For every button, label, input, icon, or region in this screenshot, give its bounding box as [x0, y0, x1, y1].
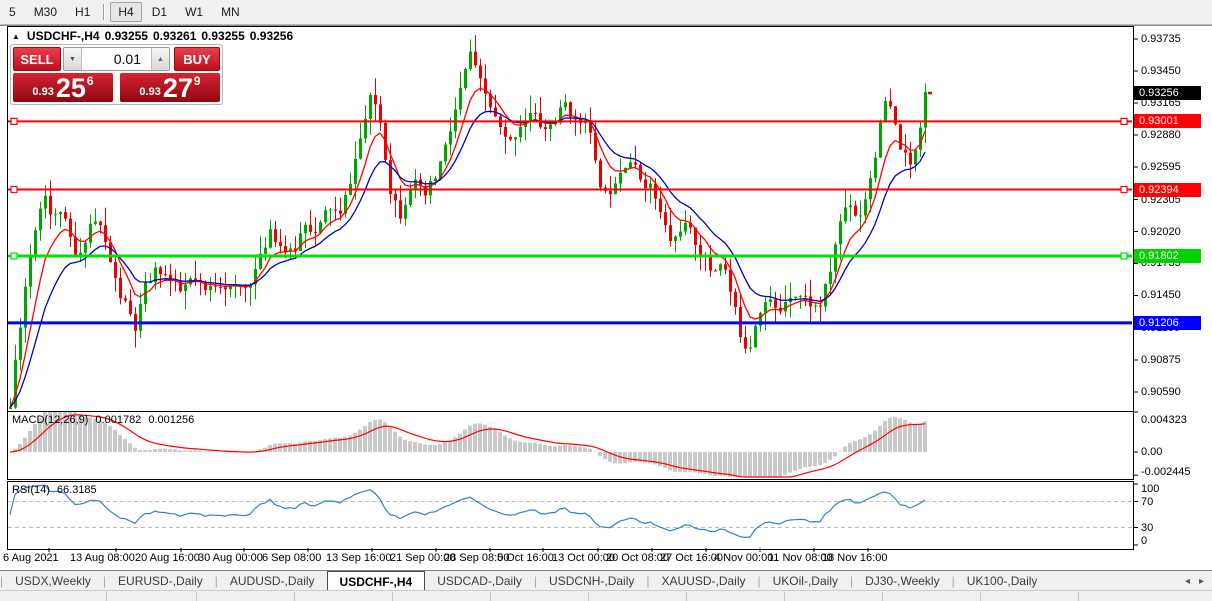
macd-axis-label: 0.004323 — [1141, 415, 1211, 426]
macd-value-signal: 0.001256 — [148, 414, 194, 426]
timeframe-button-h4[interactable]: H4 — [110, 2, 141, 22]
tab-scroll-arrows: ◂▸ — [1185, 571, 1212, 591]
date-axis-label: 13 Sep 16:00 — [326, 552, 391, 564]
price-badge: 0.91206 — [1134, 316, 1201, 330]
date-axis-label: 6 Aug 2021 — [3, 552, 59, 564]
volume-increase-button[interactable]: ▲ — [151, 48, 169, 70]
price-axis-tick-label: 0.92880 — [1141, 130, 1211, 141]
symbol-tab-eurusddaily[interactable]: EURUSD-,Daily — [106, 571, 215, 591]
rsi-name: RSI(14) — [12, 484, 50, 496]
date-axis-label: 5 Oct 16:00 — [497, 552, 554, 564]
status-bar — [0, 590, 1212, 601]
date-axis-label: 6 Sep 08:00 — [262, 552, 321, 564]
price-axis-tick-label: 0.92020 — [1141, 227, 1211, 238]
ohlc-open: 0.93255 — [105, 29, 148, 43]
rsi-axis-label: 70 — [1141, 497, 1211, 508]
symbol-tab-usdxweekly[interactable]: USDX,Weekly — [3, 571, 103, 591]
date-axis-label: 18 Nov 16:00 — [822, 552, 887, 564]
symbol-tab-usdcnhdaily[interactable]: USDCNH-,Daily — [537, 571, 646, 591]
timeframe-button-5[interactable]: 5 — [1, 2, 24, 22]
rsi-axis-label: 30 — [1141, 523, 1211, 534]
price-badge: 0.91802 — [1134, 249, 1201, 263]
symbol-tab-uk100daily[interactable]: UK100-,Daily — [955, 571, 1050, 591]
chart-symbol-label: USDCHF-,H4 — [27, 29, 100, 43]
symbol-tab-xauusddaily[interactable]: XAUUSD-,Daily — [650, 571, 758, 591]
macd-axis-label: 0.00 — [1141, 447, 1211, 458]
symbol-tab-usdchfh4[interactable]: USDCHF-,H4 — [327, 571, 426, 591]
price-axis-tick-label: 0.93735 — [1141, 34, 1211, 45]
date-axis-label: 20 Aug 16:00 — [135, 552, 200, 564]
ohlc-high: 0.93261 — [153, 29, 196, 43]
buy-price-button[interactable]: 0.93 27 9 — [120, 73, 220, 102]
price-axis-tick-label: 0.90875 — [1141, 355, 1211, 366]
timeframe-button-w1[interactable]: W1 — [177, 2, 211, 22]
chart-title: ▲ USDCHF-,H4 0.93255 0.93261 0.93255 0.9… — [12, 29, 293, 43]
symbol-tab-audusddaily[interactable]: AUDUSD-,Daily — [218, 571, 327, 591]
timeframe-button-mn[interactable]: MN — [213, 2, 248, 22]
buy-price-prefix: 0.93 — [139, 86, 160, 98]
sell-price-button[interactable]: 0.93 25 6 — [13, 73, 113, 102]
volume-decrease-button[interactable]: ▼ — [64, 48, 82, 70]
macd-label: MACD(12,26,9) 0.001782 0.001256 — [12, 414, 194, 426]
price-axis-tick-label: 0.91450 — [1141, 290, 1211, 301]
timeframe-button-m30[interactable]: M30 — [26, 2, 65, 22]
one-click-trading-panel: SELL ▼ ▲ BUY 0.93 25 6 0.93 27 9 — [10, 44, 223, 105]
buy-price-big: 27 — [163, 76, 193, 101]
sell-button[interactable]: SELL — [13, 47, 61, 71]
timeframe-toolbar: 5M30H1 H4D1W1MN — [0, 0, 1212, 25]
date-axis-label: 13 Aug 08:00 — [70, 552, 135, 564]
tab-scroll-right-icon[interactable]: ▸ — [1199, 576, 1204, 587]
rsi-value: 66.3185 — [57, 484, 97, 496]
symbol-tab-dj30weekly[interactable]: DJ30-,Weekly — [853, 571, 951, 591]
buy-price-pip: 9 — [194, 74, 201, 88]
toolbar-divider — [103, 4, 105, 20]
price-badge: 0.92394 — [1134, 183, 1201, 197]
date-axis-label: 30 Aug 00:00 — [198, 552, 263, 564]
tab-scroll-left-icon[interactable]: ◂ — [1185, 576, 1190, 587]
buy-button[interactable]: BUY — [174, 47, 220, 71]
rsi-axis-label: 0 — [1141, 536, 1211, 547]
rsi-label: RSI(14) 66.3185 — [12, 484, 97, 496]
macd-axis-label: -0.002445 — [1141, 467, 1211, 478]
symbol-tabbar: |USDX,Weekly|EURUSD-,Daily|AUDUSD-,Daily… — [0, 570, 1212, 591]
ohlc-close: 0.93256 — [250, 29, 293, 43]
volume-input[interactable] — [82, 48, 151, 70]
price-badge: 0.93001 — [1134, 114, 1201, 128]
collapse-triangle-icon[interactable]: ▲ — [12, 32, 20, 41]
ohlc-low: 0.93255 — [201, 29, 244, 43]
price-axis-tick-label: 0.90590 — [1141, 387, 1211, 398]
date-axis-label: 4 Nov 00:00 — [714, 552, 773, 564]
rsi-plot-frame — [7, 481, 1134, 550]
timeframe-button-h1[interactable]: H1 — [67, 2, 98, 22]
price-badge: 0.93256 — [1134, 86, 1201, 100]
timeframe-button-d1[interactable]: D1 — [144, 2, 175, 22]
symbol-tab-usdcaddaily[interactable]: USDCAD-,Daily — [425, 571, 534, 591]
sell-price-big: 25 — [56, 76, 86, 101]
price-axis-tick-label: 0.93450 — [1141, 66, 1211, 77]
macd-name: MACD(12,26,9) — [12, 414, 88, 426]
price-axis-tick-label: 0.92595 — [1141, 162, 1211, 173]
sell-price-pip: 6 — [87, 74, 94, 88]
macd-value-main: 0.001782 — [95, 414, 141, 426]
rsi-axis-label: 100 — [1141, 484, 1211, 495]
sell-price-prefix: 0.93 — [32, 86, 53, 98]
symbol-tab-ukoildaily[interactable]: UKOil-,Daily — [761, 571, 850, 591]
